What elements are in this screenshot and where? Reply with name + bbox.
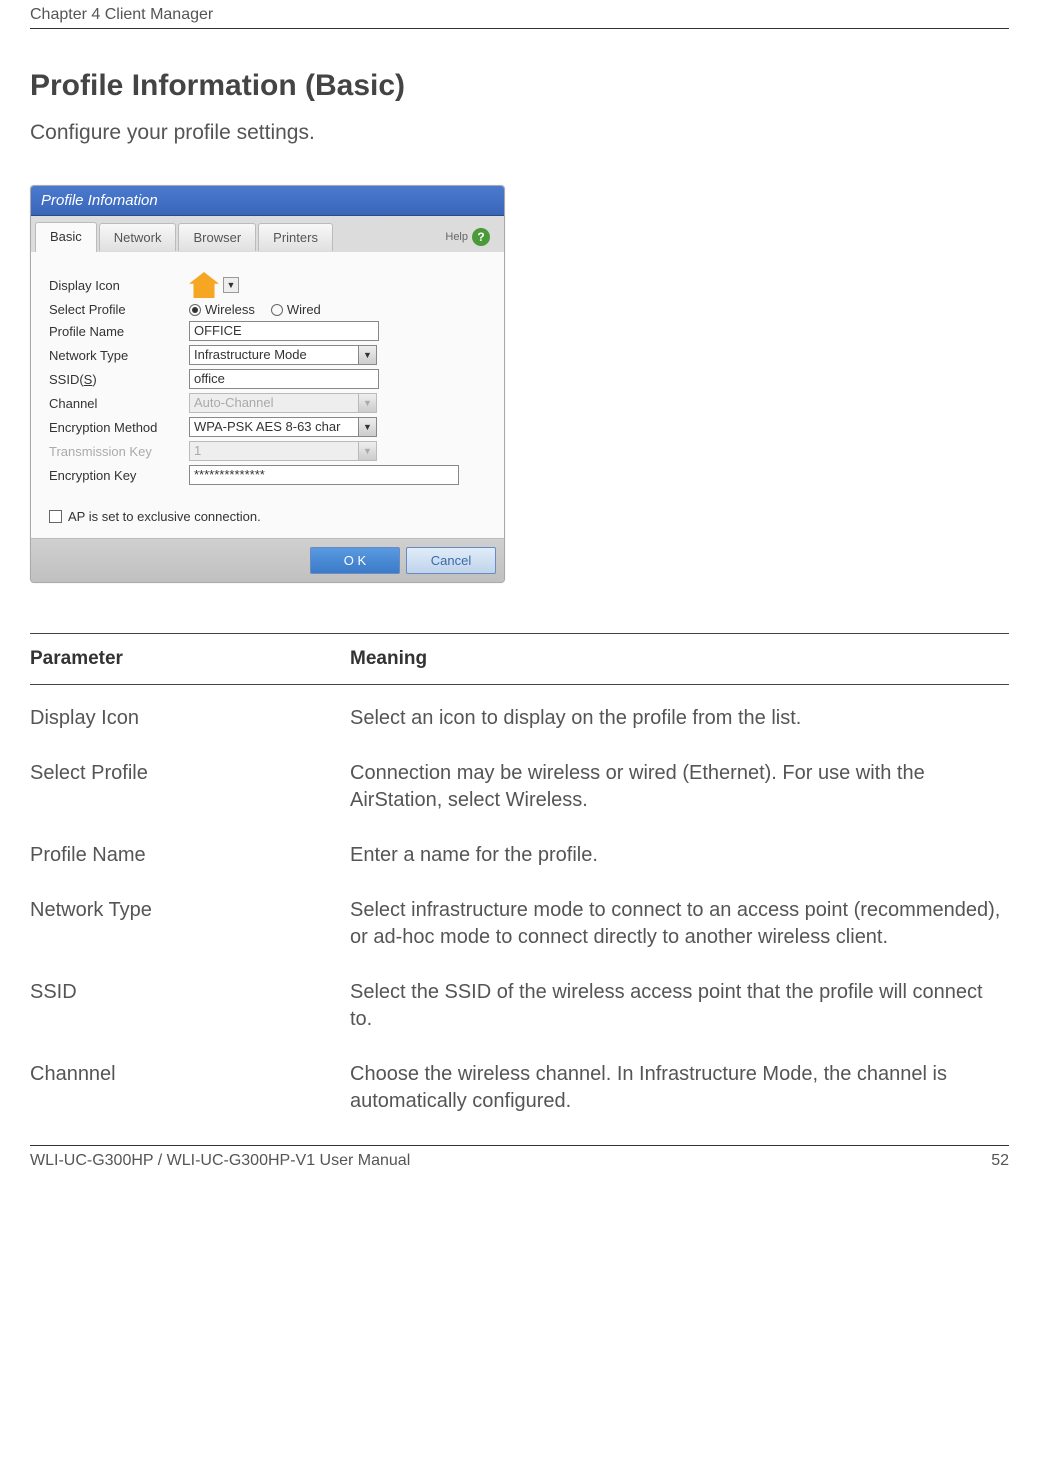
param-meaning: Select infrastructure mode to connect to… xyxy=(350,897,1009,951)
table-row: Network Type Select infrastructure mode … xyxy=(30,897,1009,951)
param-meaning: Enter a name for the profile. xyxy=(350,842,1009,869)
input-encryption-key[interactable]: ************** xyxy=(189,465,459,485)
table-row: Channnel Choose the wireless channel. In… xyxy=(30,1061,1009,1115)
profile-information-dialog: Profile Infomation Basic Network Browser… xyxy=(30,185,505,583)
help-area[interactable]: Help ? xyxy=(445,228,500,246)
param-name: Channnel xyxy=(30,1061,350,1115)
dialog-footer: O K Cancel xyxy=(31,538,504,582)
checkbox-exclusive-connection-label: AP is set to exclusive connection. xyxy=(68,509,261,524)
tab-printers[interactable]: Printers xyxy=(258,223,333,251)
house-icon xyxy=(189,272,219,298)
tab-basic[interactable]: Basic xyxy=(35,222,97,252)
radio-wireless-label: Wireless xyxy=(205,302,255,317)
param-name: SSID xyxy=(30,979,350,1033)
table-row: SSID Select the SSID of the wireless acc… xyxy=(30,979,1009,1033)
select-encryption-method-arrow[interactable]: ▼ xyxy=(359,417,377,437)
section-title: Profile Information (Basic) xyxy=(30,69,1009,103)
chapter-label: Chapter 4 Client Manager xyxy=(30,6,213,24)
tab-network[interactable]: Network xyxy=(99,223,177,251)
label-display-icon: Display Icon xyxy=(49,278,189,293)
param-meaning: Select the SSID of the wireless access p… xyxy=(350,979,1009,1033)
input-ssid[interactable]: office xyxy=(189,369,379,389)
page-header: Chapter 4 Client Manager xyxy=(30,0,1009,29)
param-meaning: Choose the wireless channel. In Infrastr… xyxy=(350,1061,1009,1115)
param-meaning: Connection may be wireless or wired (Eth… xyxy=(350,760,1009,814)
table-row: Display Icon Select an icon to display o… xyxy=(30,705,1009,732)
param-name: Profile Name xyxy=(30,842,350,869)
tab-row: Basic Network Browser Printers Help ? xyxy=(31,216,504,252)
label-encryption-method: Encryption Method xyxy=(49,420,189,435)
dialog-body: Display Icon ▼ Select Profile Wireless W… xyxy=(31,252,504,538)
radio-wired-label: Wired xyxy=(287,302,321,317)
param-name: Network Type xyxy=(30,897,350,951)
tab-browser[interactable]: Browser xyxy=(178,223,256,251)
page-number: 52 xyxy=(991,1152,1009,1170)
select-transmission-key: 1 xyxy=(189,441,359,461)
label-encryption-key: Encryption Key xyxy=(49,468,189,483)
select-network-type-arrow[interactable]: ▼ xyxy=(359,345,377,365)
select-transmission-key-arrow: ▼ xyxy=(359,441,377,461)
radio-wireless[interactable] xyxy=(189,304,201,316)
header-parameter: Parameter xyxy=(30,648,350,670)
page-footer: WLI-UC-G300HP / WLI-UC-G300HP-V1 User Ma… xyxy=(30,1145,1009,1176)
param-meaning: Select an icon to display on the profile… xyxy=(350,705,1009,732)
cancel-button[interactable]: Cancel xyxy=(406,547,496,574)
select-channel: Auto-Channel xyxy=(189,393,359,413)
table-header: Parameter Meaning xyxy=(30,648,1009,685)
select-channel-arrow: ▼ xyxy=(359,393,377,413)
checkbox-exclusive-connection[interactable] xyxy=(49,510,62,523)
label-network-type: Network Type xyxy=(49,348,189,363)
param-name: Display Icon xyxy=(30,705,350,732)
icon-dropdown-button[interactable]: ▼ xyxy=(223,277,239,293)
label-select-profile: Select Profile xyxy=(49,302,189,317)
select-encryption-method[interactable]: WPA-PSK AES 8-63 char xyxy=(189,417,359,437)
label-ssid: SSID(S) xyxy=(49,372,189,387)
table-top-divider xyxy=(30,633,1009,634)
label-transmission-key: Transmission Key xyxy=(49,444,189,459)
help-icon: ? xyxy=(472,228,490,246)
manual-label: WLI-UC-G300HP / WLI-UC-G300HP-V1 User Ma… xyxy=(30,1152,410,1170)
table-row: Profile Name Enter a name for the profil… xyxy=(30,842,1009,869)
section-subtitle: Configure your profile settings. xyxy=(30,121,1009,145)
dialog-title: Profile Infomation xyxy=(31,186,504,216)
label-profile-name: Profile Name xyxy=(49,324,189,339)
param-name: Select Profile xyxy=(30,760,350,814)
radio-wired[interactable] xyxy=(271,304,283,316)
input-profile-name[interactable]: OFFICE xyxy=(189,321,379,341)
select-network-type[interactable]: Infrastructure Mode xyxy=(189,345,359,365)
ok-button[interactable]: O K xyxy=(310,547,400,574)
help-label: Help xyxy=(445,231,468,243)
label-channel: Channel xyxy=(49,396,189,411)
table-row: Select Profile Connection may be wireles… xyxy=(30,760,1009,814)
header-meaning: Meaning xyxy=(350,648,427,670)
